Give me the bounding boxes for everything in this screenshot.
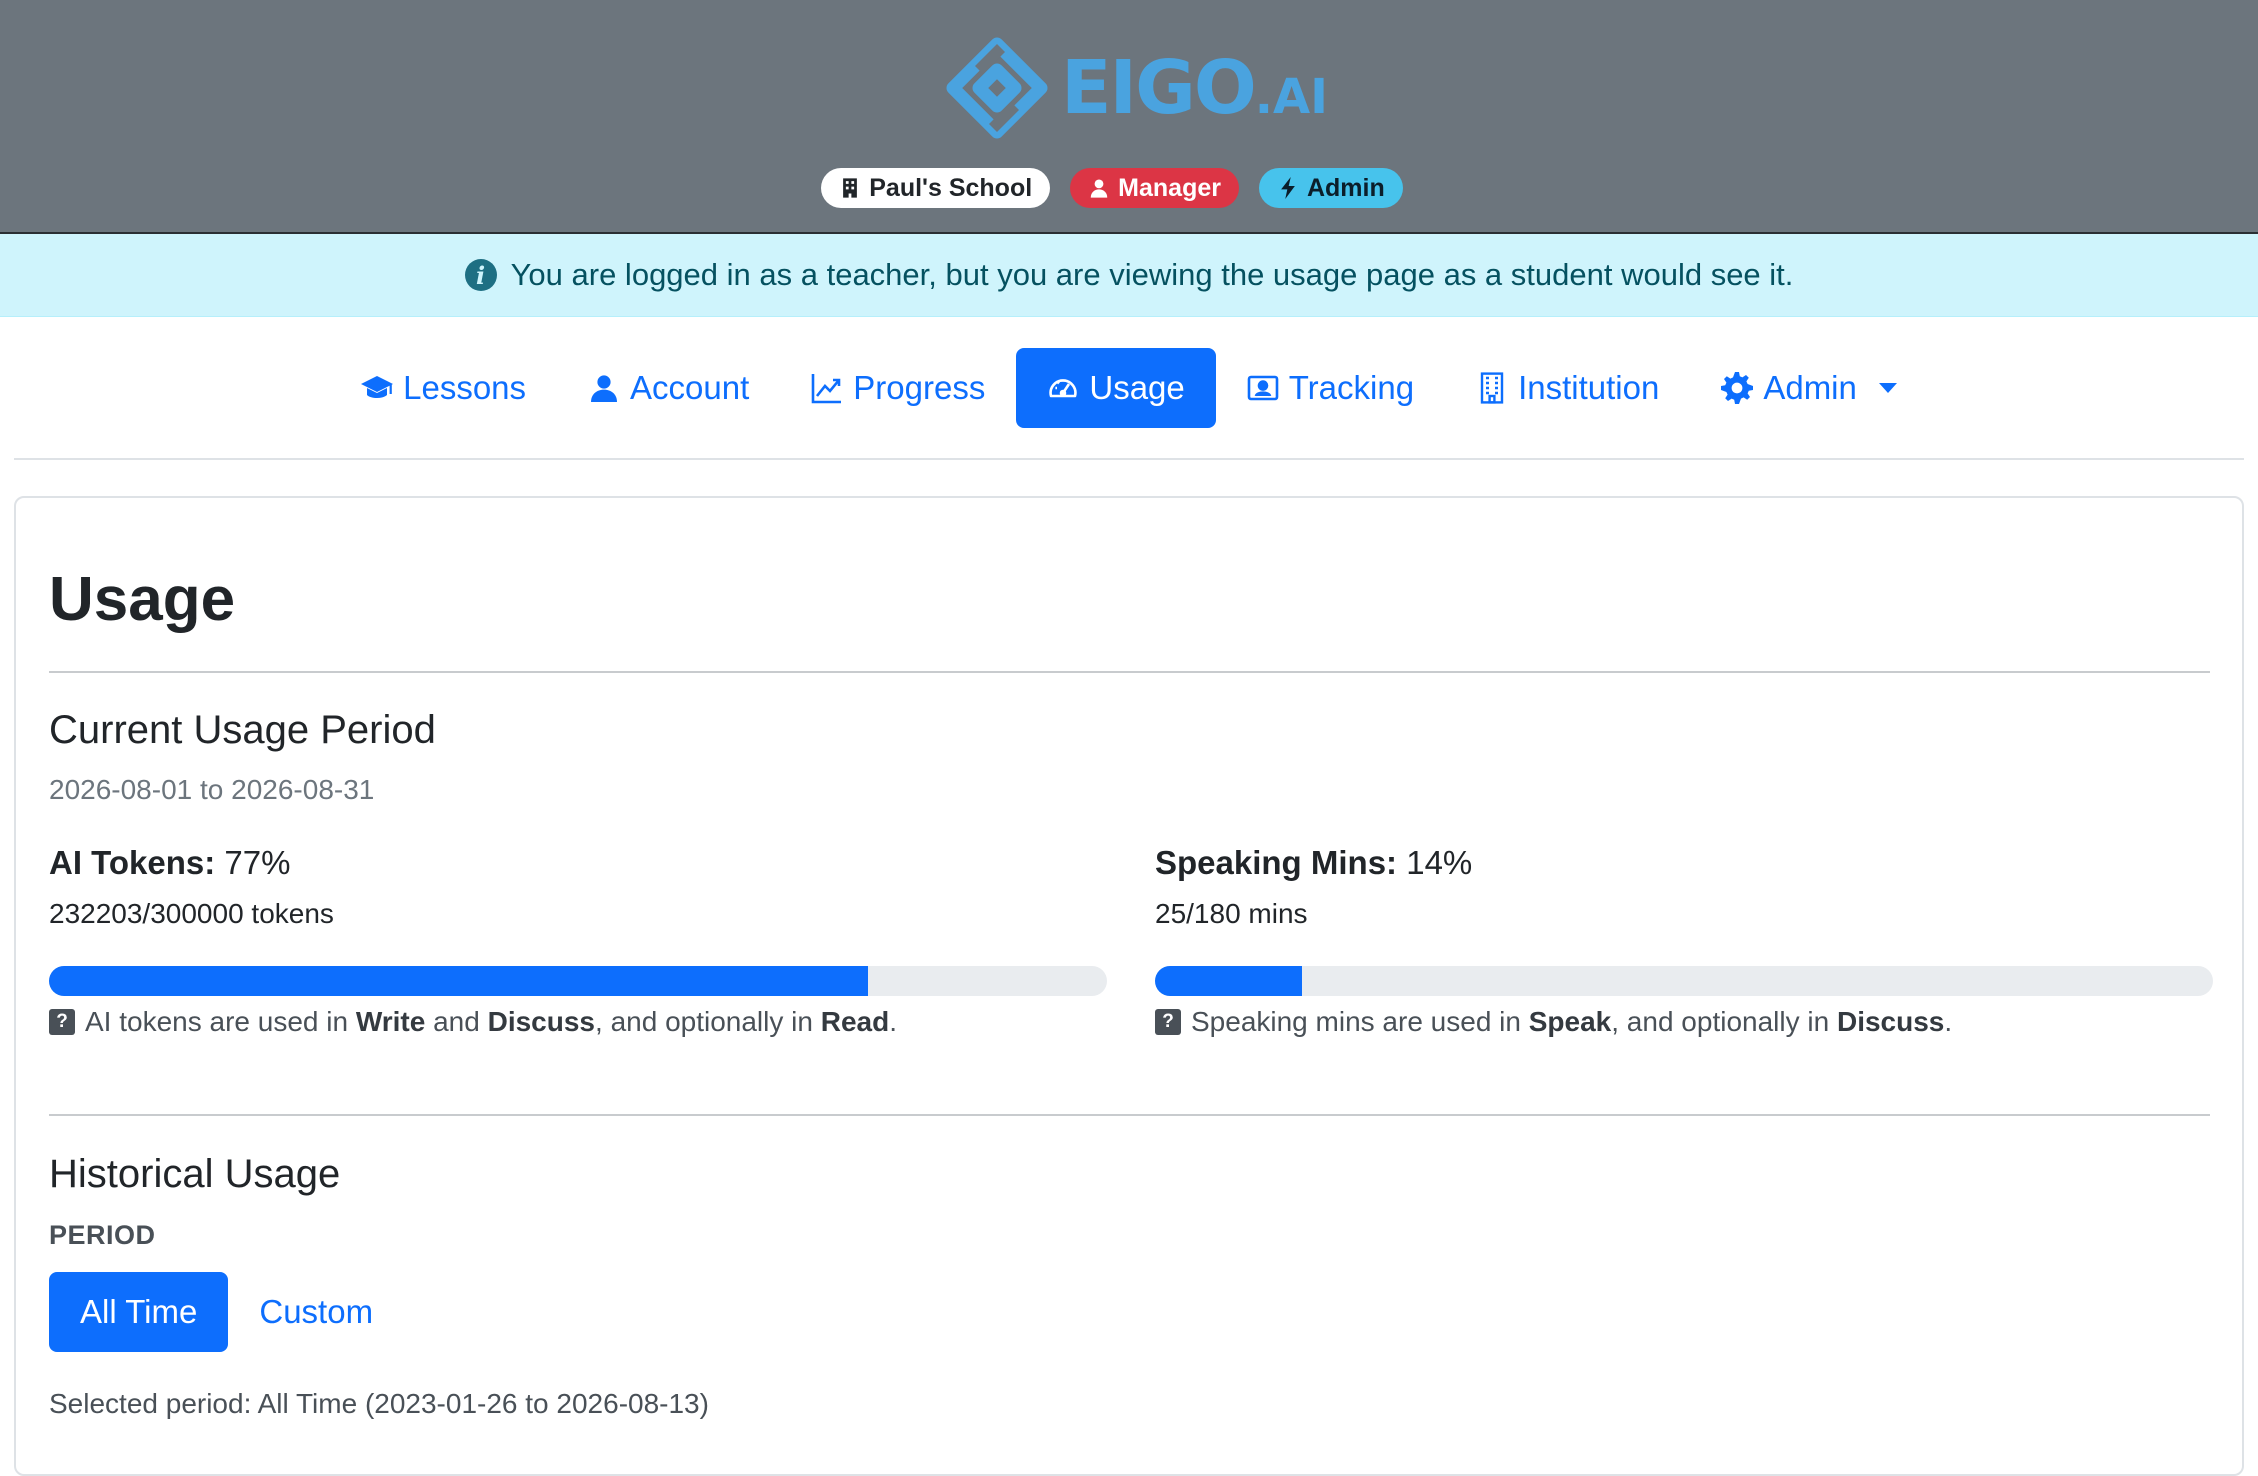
nav-usage[interactable]: Usage [1016, 347, 1216, 428]
speaking-mins-progress-bar [1155, 966, 2213, 996]
period-label: PERIOD [49, 1220, 156, 1250]
nav-account[interactable]: Account [557, 348, 780, 428]
chart-line-icon [811, 373, 842, 403]
speaking-mins-panel: Speaking Mins: 14% 25/180 mins ? Speakin… [1155, 844, 2213, 1038]
institution-badge: Paul's School [821, 168, 1051, 208]
person-badge-icon [1247, 375, 1279, 400]
all-time-button[interactable]: All Time [49, 1272, 229, 1352]
banner-text: You are logged in as a teacher, but you … [510, 257, 1794, 292]
title-divider [49, 671, 2210, 673]
usage-card: Usage Current Usage Period 2026-08-01 to… [14, 496, 2244, 1476]
ai-tokens-note: ? AI tokens are used in Write and Discus… [49, 1006, 1107, 1038]
person-icon [1090, 179, 1108, 198]
building-icon [843, 178, 858, 198]
graduation-cap-icon [361, 375, 394, 398]
person-icon [591, 374, 618, 402]
gear-icon [1721, 371, 1754, 404]
current-period-title: Current Usage Period [49, 708, 436, 752]
lightning-icon [1281, 177, 1295, 199]
ai-tokens-progress-fill [49, 966, 868, 996]
selected-period-text: Selected period: All Time (2023-01-26 to… [49, 1388, 709, 1419]
question-icon[interactable]: ? [1155, 1009, 1181, 1035]
role-badges: Paul's School Manager Admin [0, 168, 2258, 208]
custom-button[interactable]: Custom [228, 1272, 404, 1352]
historical-usage-title: Historical Usage [49, 1152, 341, 1196]
app-header: EIGO.AI Paul's School Manager Admin [0, 0, 2258, 234]
speedometer-icon [1049, 378, 1078, 397]
speaking-mins-note: ? Speaking mins are used in Speak, and o… [1155, 1006, 2213, 1038]
nav-progress[interactable]: Progress [780, 348, 1016, 428]
student-view-banner: i You are logged in as a teacher, but yo… [0, 234, 2258, 317]
nav-tracking[interactable]: Tracking [1216, 348, 1445, 428]
info-icon: i [464, 259, 497, 291]
ai-tokens-progress-bar [49, 966, 1107, 996]
ai-tokens-panel: AI Tokens: 77% 232203/300000 tokens ? AI… [49, 844, 1107, 1038]
eigo-logo[interactable]: EIGO.AI [945, 36, 1328, 140]
logo-text: EIGO.AI [1061, 45, 1328, 131]
ai-tokens-detail: 232203/300000 tokens [49, 898, 334, 929]
section-divider [49, 1114, 2210, 1116]
chevron-down-icon [1878, 382, 1897, 393]
speaking-mins-metric: Speaking Mins: 14% [1155, 844, 1473, 881]
nav-institution[interactable]: Institution [1445, 348, 1690, 428]
admin-badge: Admin [1258, 168, 1403, 208]
speaking-mins-detail: 25/180 mins [1155, 898, 1308, 929]
ai-tokens-metric: AI Tokens: 77% [49, 844, 291, 881]
main-nav: Lessons Account Progress Usage Tracking … [0, 317, 2258, 458]
question-icon[interactable]: ? [49, 1009, 75, 1035]
building-icon [1480, 371, 1504, 404]
nav-lessons[interactable]: Lessons [330, 348, 557, 428]
speaking-mins-progress-fill [1155, 966, 1303, 996]
page-title: Usage [49, 565, 236, 634]
period-selector: All Time Custom [49, 1272, 404, 1352]
manager-badge: Manager [1070, 168, 1239, 208]
nav-divider [14, 458, 2244, 460]
nav-admin-dropdown[interactable]: Admin [1690, 348, 1928, 428]
current-period-range: 2026-08-01 to 2026-08-31 [49, 774, 375, 805]
eigo-logo-mark-icon [946, 37, 1048, 139]
